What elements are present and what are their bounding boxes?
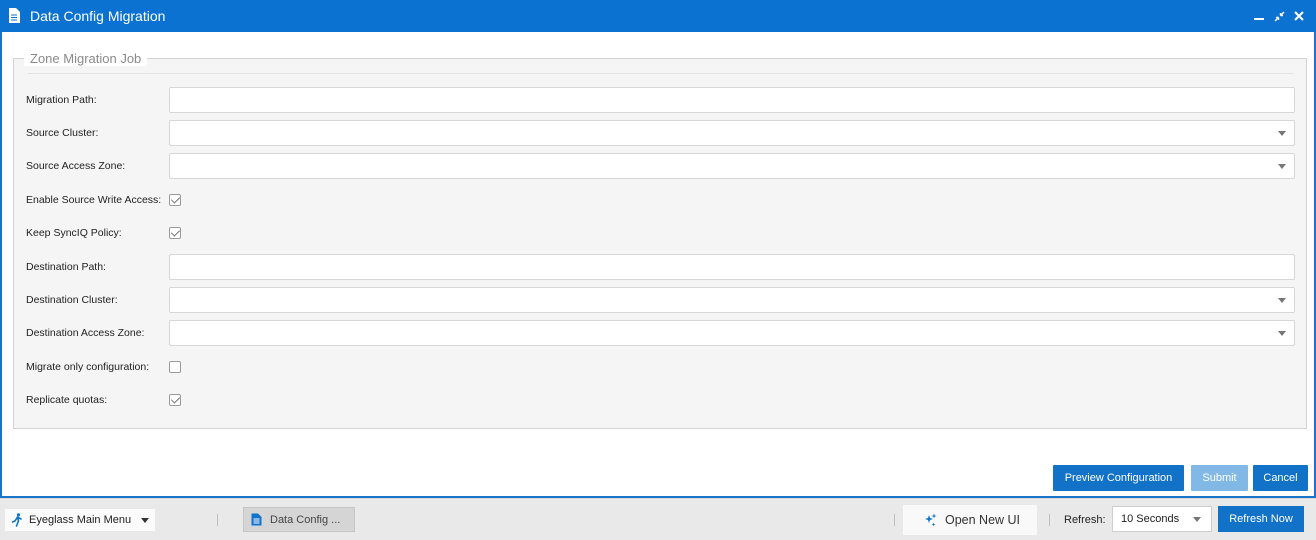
chevron-down-icon — [1193, 517, 1201, 522]
window-titlebar[interactable]: Data Config Migration — [0, 0, 1316, 32]
refresh-interval-select[interactable]: 10 Seconds — [1112, 506, 1212, 532]
taskbar-divider — [217, 514, 218, 526]
cancel-button[interactable]: Cancel — [1253, 465, 1308, 491]
source-access-zone-row: Source Access Zone: — [14, 153, 1306, 179]
source-cluster-label: Source Cluster: — [26, 127, 99, 139]
restore-icon[interactable] — [1270, 7, 1288, 25]
source-access-zone-label: Source Access Zone: — [26, 160, 126, 172]
minimize-icon[interactable] — [1250, 7, 1268, 25]
enable-source-write-access-row: Enable Source Write Access: — [14, 187, 1306, 213]
main-menu-label: Eyeglass Main Menu — [29, 514, 132, 526]
sparkle-icon — [923, 513, 937, 527]
fieldset-legend: Zone Migration Job — [24, 51, 148, 66]
legend-divider — [28, 73, 1294, 74]
data-config-migration-window: Data Config Migration Zone Migration Job… — [0, 0, 1316, 498]
migrate-only-configuration-row: Migrate only configuration: — [14, 354, 1306, 380]
taskbar: Eyeglass Main Menu Data Config ... Open … — [0, 498, 1316, 540]
refresh-label: Refresh: — [1064, 514, 1106, 526]
migrate-only-configuration-checkbox[interactable] — [169, 361, 181, 373]
migrate-only-configuration-label: Migrate only configuration: — [26, 361, 150, 373]
migration-path-input[interactable] — [169, 87, 1295, 113]
open-new-ui-button[interactable]: Open New UI — [903, 505, 1037, 535]
data-config-task-button[interactable]: Data Config ... — [243, 507, 355, 532]
zone-migration-job-fieldset: Zone Migration Job Migration Path: Sourc… — [13, 51, 1307, 429]
destination-cluster-row: Destination Cluster: — [14, 287, 1306, 313]
preview-configuration-button[interactable]: Preview Configuration — [1053, 465, 1184, 491]
source-cluster-row: Source Cluster: — [14, 120, 1306, 146]
chevron-down-icon — [141, 517, 150, 523]
running-person-icon — [11, 513, 23, 527]
destination-access-zone-row: Destination Access Zone: — [14, 320, 1306, 346]
enable-source-write-access-checkbox[interactable] — [169, 194, 181, 206]
taskbar-divider — [1049, 514, 1050, 526]
replicate-quotas-row: Replicate quotas: — [14, 387, 1306, 413]
destination-cluster-label: Destination Cluster: — [26, 294, 118, 306]
source-cluster-select[interactable] — [169, 120, 1295, 146]
chevron-down-icon — [1278, 298, 1286, 303]
document-icon — [251, 513, 262, 526]
refresh-interval-value: 10 Seconds — [1121, 513, 1180, 525]
destination-path-row: Destination Path: — [14, 254, 1306, 280]
task-label: Data Config ... — [270, 513, 341, 526]
replicate-quotas-checkbox[interactable] — [169, 394, 181, 406]
chevron-down-icon — [1278, 331, 1286, 336]
enable-source-write-access-label: Enable Source Write Access: — [26, 194, 162, 206]
destination-access-zone-select[interactable] — [169, 320, 1295, 346]
replicate-quotas-label: Replicate quotas: — [26, 394, 108, 406]
close-icon[interactable] — [1290, 7, 1308, 25]
chevron-down-icon — [1278, 131, 1286, 136]
migration-path-row: Migration Path: — [14, 87, 1306, 113]
document-icon — [8, 8, 22, 24]
destination-cluster-select[interactable] — [169, 287, 1295, 313]
taskbar-divider — [894, 514, 895, 526]
refresh-now-button[interactable]: Refresh Now — [1218, 506, 1304, 532]
open-new-ui-label: Open New UI — [945, 513, 1021, 527]
keep-synciq-policy-label: Keep SyncIQ Policy: — [26, 227, 122, 239]
destination-path-input[interactable] — [169, 254, 1295, 280]
source-access-zone-select[interactable] — [169, 153, 1295, 179]
keep-synciq-policy-checkbox[interactable] — [169, 227, 181, 239]
migration-path-label: Migration Path: — [26, 94, 97, 106]
submit-button[interactable]: Submit — [1191, 465, 1248, 491]
destination-access-zone-label: Destination Access Zone: — [26, 327, 145, 339]
keep-synciq-policy-row: Keep SyncIQ Policy: — [14, 220, 1306, 246]
eyeglass-main-menu-button[interactable]: Eyeglass Main Menu — [5, 509, 155, 531]
chevron-down-icon — [1278, 164, 1286, 169]
window-title: Data Config Migration — [30, 8, 166, 24]
destination-path-label: Destination Path: — [26, 261, 106, 273]
